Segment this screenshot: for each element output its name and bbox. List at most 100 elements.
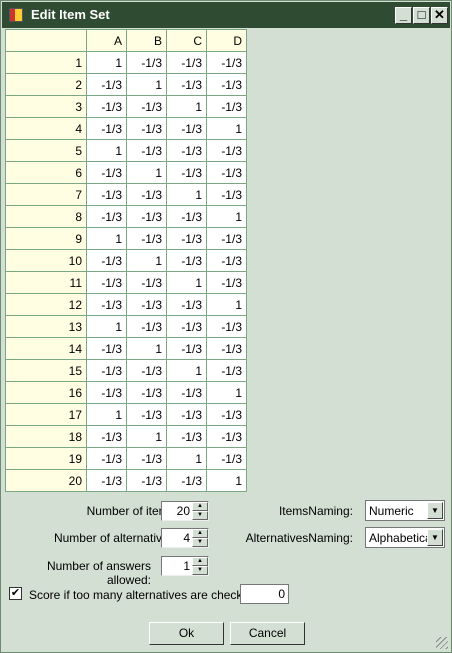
grid-cell[interactable]: -1/3 [166, 403, 207, 426]
grid-cell[interactable]: -1/3 [126, 117, 167, 140]
grid-cell[interactable]: 1 [166, 183, 207, 206]
score-input[interactable]: 0 [240, 584, 289, 604]
grid-cell[interactable]: -1/3 [206, 315, 247, 338]
row-header[interactable]: 7 [5, 183, 87, 206]
row-header[interactable]: 10 [5, 249, 87, 272]
close-button[interactable]: ✕ [431, 7, 448, 24]
grid-cell[interactable]: 1 [126, 161, 167, 184]
grid-cell[interactable]: -1/3 [166, 469, 207, 492]
grid-cell[interactable]: -1/3 [126, 51, 167, 74]
grid-cell[interactable]: -1/3 [166, 161, 207, 184]
row-header[interactable]: 19 [5, 447, 87, 470]
grid-cell[interactable]: -1/3 [206, 139, 247, 162]
spin-up-icon[interactable]: ▲ [192, 557, 208, 566]
row-header[interactable]: 9 [5, 227, 87, 250]
grid-cell[interactable]: -1/3 [126, 403, 167, 426]
column-header[interactable]: B [126, 29, 167, 52]
grid-cell[interactable]: 1 [126, 425, 167, 448]
grid-cell[interactable]: -1/3 [206, 271, 247, 294]
grid-cell[interactable]: -1/3 [166, 139, 207, 162]
row-header[interactable]: 11 [5, 271, 87, 294]
grid-cell[interactable]: 1 [166, 359, 207, 382]
num-alternatives-value[interactable]: 4 [183, 531, 190, 545]
row-header[interactable]: 4 [5, 117, 87, 140]
grid-cell[interactable]: -1/3 [86, 249, 127, 272]
row-header[interactable]: 2 [5, 73, 87, 96]
grid-cell[interactable]: -1/3 [166, 425, 207, 448]
row-header[interactable]: 12 [5, 293, 87, 316]
grid-cell[interactable]: -1/3 [126, 271, 167, 294]
grid-cell[interactable]: -1/3 [86, 117, 127, 140]
grid-cell[interactable]: -1/3 [166, 117, 207, 140]
ok-button[interactable]: Ok [149, 622, 224, 645]
row-header[interactable]: 8 [5, 205, 87, 228]
row-header[interactable]: 5 [5, 139, 87, 162]
num-answers-stepper[interactable]: 1 ▲ ▼ [161, 556, 209, 576]
grid-cell[interactable]: 1 [206, 117, 247, 140]
grid-cell[interactable]: -1/3 [86, 447, 127, 470]
grid-cell[interactable]: -1/3 [166, 337, 207, 360]
grid-cell[interactable]: 1 [126, 337, 167, 360]
grid-cell[interactable]: -1/3 [126, 293, 167, 316]
grid-cell[interactable]: -1/3 [86, 95, 127, 118]
row-header[interactable]: 6 [5, 161, 87, 184]
row-header[interactable]: 1 [5, 51, 87, 74]
grid-cell[interactable]: -1/3 [166, 205, 207, 228]
spin-down-icon[interactable]: ▼ [192, 511, 208, 520]
grid-cell[interactable]: -1/3 [166, 249, 207, 272]
grid-cell[interactable]: -1/3 [166, 73, 207, 96]
column-header[interactable]: C [166, 29, 207, 52]
row-header[interactable]: 15 [5, 359, 87, 382]
grid-cell[interactable]: 1 [86, 51, 127, 74]
items-naming-select[interactable]: Numeric ▼ [365, 500, 445, 521]
score-checkbox[interactable]: ✔ [9, 587, 22, 600]
grid-cell[interactable]: -1/3 [206, 447, 247, 470]
grid-cell[interactable]: -1/3 [206, 359, 247, 382]
grid-cell[interactable]: 1 [126, 249, 167, 272]
grid-cell[interactable]: 1 [206, 293, 247, 316]
cancel-button[interactable]: Cancel [230, 622, 305, 645]
grid-cell[interactable]: -1/3 [86, 73, 127, 96]
grid-cell[interactable]: -1/3 [126, 381, 167, 404]
grid-cell[interactable]: -1/3 [126, 205, 167, 228]
grid-cell[interactable]: 1 [206, 205, 247, 228]
grid-cell[interactable]: 1 [86, 139, 127, 162]
alternatives-naming-select[interactable]: Alphabetical ▼ [365, 527, 445, 548]
grid-cell[interactable]: -1/3 [126, 227, 167, 250]
grid-cell[interactable]: -1/3 [206, 95, 247, 118]
grid-cell[interactable]: -1/3 [206, 227, 247, 250]
grid-cell[interactable]: 1 [166, 447, 207, 470]
grid-cell[interactable]: 1 [166, 95, 207, 118]
num-items-value[interactable]: 20 [177, 504, 190, 518]
grid-cell[interactable]: -1/3 [126, 359, 167, 382]
grid-cell[interactable]: 1 [86, 315, 127, 338]
row-header[interactable]: 3 [5, 95, 87, 118]
row-header[interactable]: 18 [5, 425, 87, 448]
grid-cell[interactable]: -1/3 [206, 249, 247, 272]
grid-cell[interactable]: -1/3 [126, 95, 167, 118]
grid-cell[interactable]: -1/3 [206, 403, 247, 426]
column-header[interactable]: D [206, 29, 247, 52]
row-header[interactable]: 17 [5, 403, 87, 426]
grid-cell[interactable]: -1/3 [86, 359, 127, 382]
spin-up-icon[interactable]: ▲ [192, 529, 208, 538]
grid-cell[interactable]: -1/3 [206, 73, 247, 96]
grid-cell[interactable]: -1/3 [86, 161, 127, 184]
grid-cell[interactable]: -1/3 [166, 293, 207, 316]
grid-cell[interactable]: -1/3 [206, 183, 247, 206]
grid-cell[interactable]: 1 [126, 73, 167, 96]
grid-cell[interactable]: -1/3 [86, 337, 127, 360]
column-header[interactable]: A [86, 29, 127, 52]
grid-cell[interactable]: -1/3 [126, 447, 167, 470]
row-header[interactable]: 16 [5, 381, 87, 404]
grid-cell[interactable]: -1/3 [206, 161, 247, 184]
grid-cell[interactable]: 1 [86, 227, 127, 250]
row-header[interactable]: 20 [5, 469, 87, 492]
maximize-button[interactable]: □ [413, 7, 430, 24]
num-items-stepper[interactable]: 20 ▲ ▼ [161, 501, 209, 521]
grid-cell[interactable]: -1/3 [86, 205, 127, 228]
grid-cell[interactable]: 1 [86, 403, 127, 426]
num-answers-value[interactable]: 1 [183, 559, 190, 573]
grid-cell[interactable]: -1/3 [206, 51, 247, 74]
grid-cell[interactable]: -1/3 [206, 425, 247, 448]
